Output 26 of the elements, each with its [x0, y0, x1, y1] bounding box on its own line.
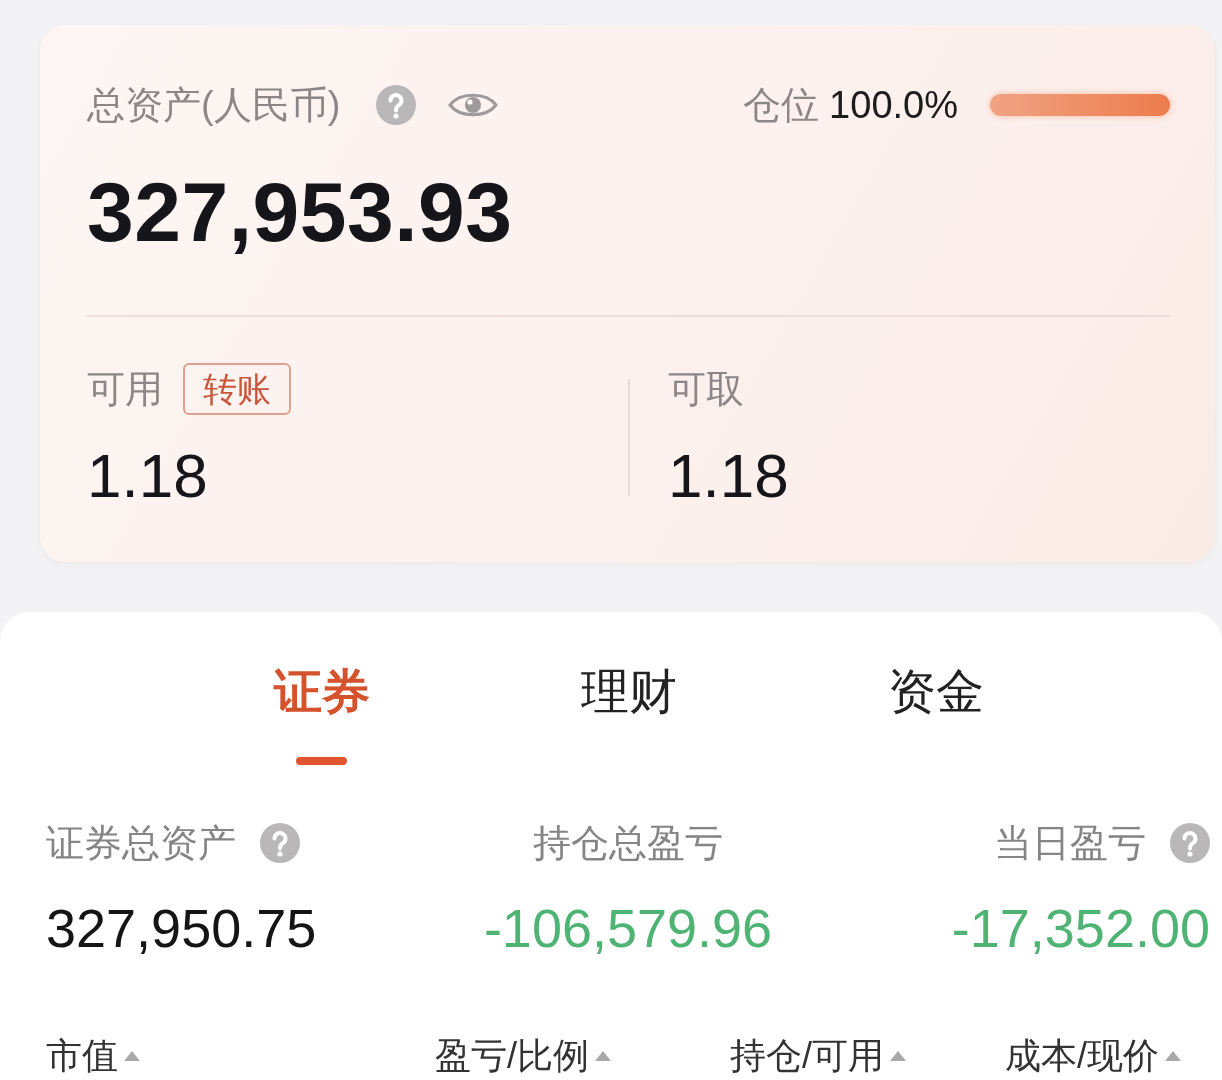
column-header[interactable]: 持仓/可用: [730, 1036, 884, 1076]
stat-value: -106,579.96: [483, 898, 773, 958]
available-label: 可用: [87, 367, 163, 411]
position-value: 100.0%: [829, 83, 958, 127]
available-value: 1.18: [87, 445, 209, 507]
help-icon[interactable]: [260, 823, 300, 863]
tab[interactable]: 证券: [273, 662, 370, 722]
column-header[interactable]: 市值: [46, 1036, 118, 1076]
position-label: 仓位: [743, 83, 820, 127]
withdrawable-label: 可取: [668, 367, 744, 411]
stat-value: 327,950.75: [46, 898, 317, 958]
tab[interactable]: 资金: [887, 662, 984, 722]
total-assets-label: 总资产(人民币): [87, 83, 341, 127]
column-header[interactable]: 盈亏/比例: [435, 1036, 589, 1076]
active-tab-indicator: [296, 757, 347, 765]
stat-label: 证券总资产: [46, 821, 236, 865]
column-header[interactable]: 成本/现价: [1005, 1036, 1159, 1076]
withdrawable-value: 1.18: [668, 445, 790, 507]
total-assets-value: 327,953.93: [87, 170, 514, 254]
stat-label: 持仓总盈亏: [533, 821, 723, 865]
stat-label: 当日盈亏: [994, 821, 1146, 865]
stat-value: -17,352.00: [951, 898, 1210, 958]
help-icon[interactable]: [376, 85, 417, 125]
help-icon[interactable]: [1170, 823, 1210, 863]
transfer-button[interactable]: 转账: [183, 363, 291, 415]
tab[interactable]: 理财: [580, 662, 677, 722]
